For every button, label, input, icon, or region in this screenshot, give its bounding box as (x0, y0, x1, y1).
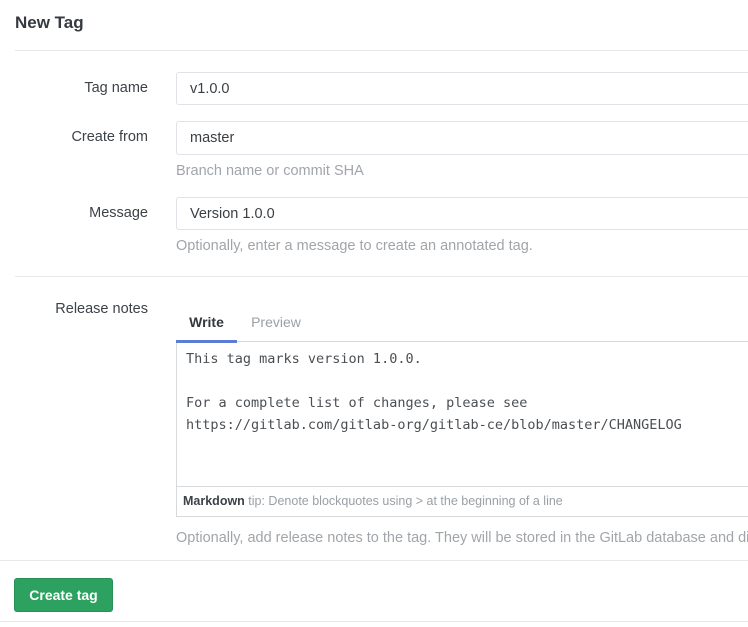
markdown-tip-bar: Markdown tip: Denote blockquotes using >… (176, 487, 748, 517)
message-input[interactable] (176, 197, 748, 230)
markdown-tip-text: tip: Denote blockquotes using > at the b… (245, 494, 563, 508)
actions-divider (0, 560, 748, 561)
tab-write[interactable]: Write (176, 307, 237, 340)
release-notes-help: Optionally, add release notes to the tag… (176, 529, 748, 547)
tag-name-input[interactable] (176, 72, 748, 105)
tag-name-label: Tag name (0, 79, 148, 98)
title-divider (15, 50, 748, 51)
create-from-input[interactable] (176, 121, 748, 155)
create-from-label: Create from (0, 128, 148, 147)
message-help: Optionally, enter a message to create an… (176, 237, 533, 255)
active-tab-indicator (176, 340, 237, 343)
create-from-help: Branch name or commit SHA (176, 162, 364, 180)
section-divider (15, 276, 748, 277)
markdown-tip-bold: Markdown (183, 494, 245, 508)
message-label: Message (0, 204, 148, 223)
page-title: New Tag (15, 12, 84, 34)
bottom-divider (0, 621, 748, 622)
tab-preview[interactable]: Preview (237, 307, 315, 340)
new-tag-page: { "page": { "title": "New Tag" }, "form"… (0, 0, 748, 627)
release-notes-textarea[interactable]: This tag marks version 1.0.0. For a comp… (176, 341, 748, 487)
release-notes-label: Release notes (0, 300, 148, 319)
create-tag-button[interactable]: Create tag (14, 578, 113, 612)
